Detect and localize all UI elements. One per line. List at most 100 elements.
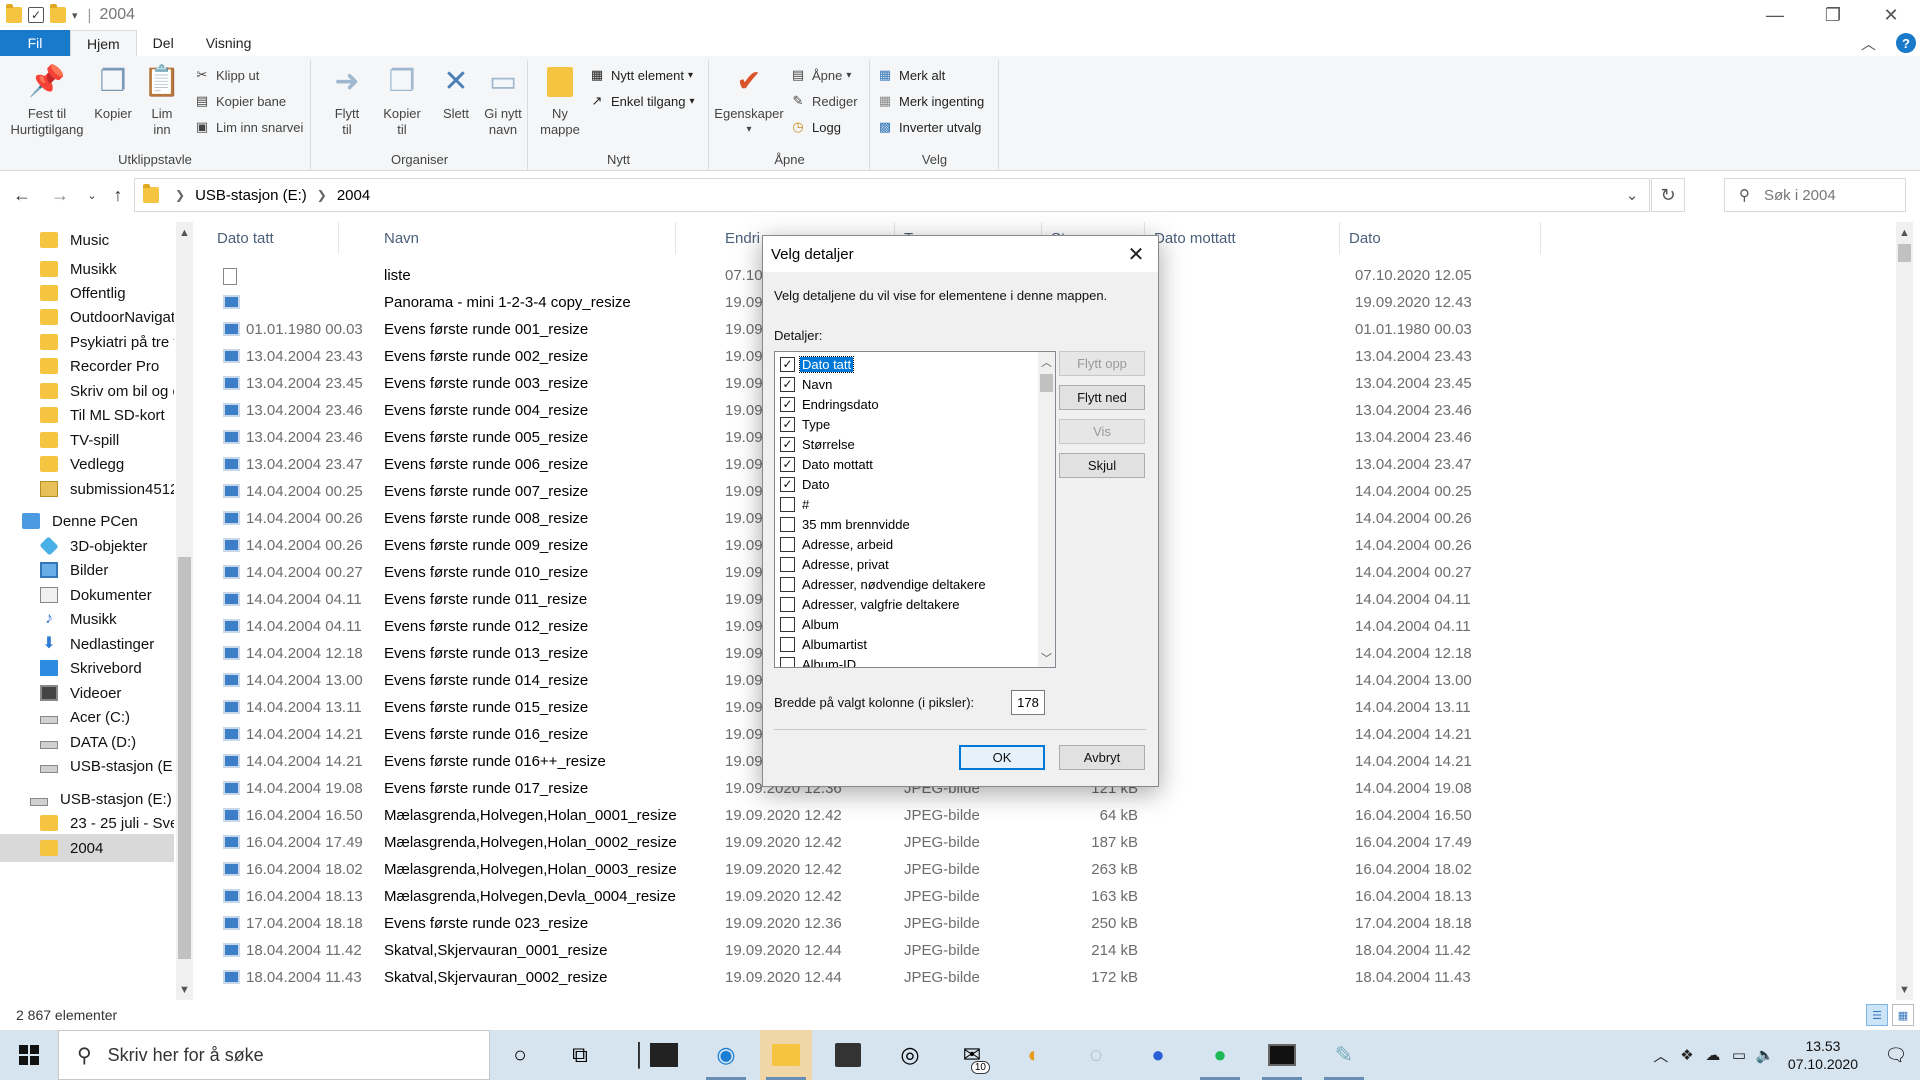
sidebar-item[interactable]: Acer (C:) bbox=[0, 703, 174, 731]
table-row[interactable]: 16.04.2004 16.50 Mælasgrenda,Holvegen,Hol… bbox=[196, 802, 1896, 829]
properties-button[interactable]: ✔ Egenskaper ▾ bbox=[714, 64, 784, 138]
sidebar-item[interactable]: Bilder bbox=[0, 556, 174, 584]
sidebar-item[interactable]: 23 - 25 juli - Sver bbox=[0, 809, 174, 837]
table-row[interactable]: 17.04.2004 18.18 Evens første runde 023_r… bbox=[196, 910, 1896, 937]
large-icons-view-icon[interactable]: ▦ bbox=[1892, 1004, 1914, 1026]
sidebar-item[interactable]: Recorder Pro bbox=[0, 352, 174, 380]
detail-checkbox[interactable] bbox=[780, 636, 795, 652]
scroll-down-icon[interactable]: ﹀ bbox=[1038, 649, 1055, 666]
sidebar-item[interactable]: submission4512 bbox=[0, 475, 174, 503]
cortana-icon[interactable]: ○ bbox=[494, 1030, 546, 1080]
sidebar-item[interactable]: Music bbox=[0, 226, 174, 254]
details-scrollbar[interactable]: ︿ ﹀ bbox=[1038, 352, 1055, 667]
start-button[interactable] bbox=[0, 1030, 58, 1080]
search-input[interactable]: ⚲ Søk i 2004 bbox=[1724, 178, 1906, 212]
new-item-button[interactable]: ▦ Nytt element ▾ bbox=[589, 64, 693, 86]
move-to-button[interactable]: ➜ Flytt til bbox=[322, 64, 372, 138]
taskbar-search-input[interactable]: ⚲ Skriv her for å søke bbox=[58, 1030, 490, 1080]
details-view-icon[interactable]: ☰ bbox=[1866, 1004, 1888, 1026]
detail-option[interactable]: ✓ Dato tatt bbox=[777, 354, 1035, 374]
address-box[interactable]: ❯ USB-stasjon (E:) ❯ 2004 ⌄ bbox=[134, 178, 1650, 212]
help-icon[interactable]: ? bbox=[1896, 33, 1916, 53]
detail-checkbox[interactable]: ✓ bbox=[780, 436, 795, 452]
copy-to-button[interactable]: ❐ Kopier til bbox=[374, 64, 430, 138]
copy-path-button[interactable]: ▤ Kopier bane bbox=[194, 90, 286, 112]
notification-center-icon[interactable]: 🗨 bbox=[1872, 1045, 1920, 1066]
mail-icon[interactable]: ✉ 10 bbox=[946, 1030, 998, 1080]
close-button[interactable]: ✕ bbox=[1862, 0, 1920, 30]
detail-option[interactable]: Adresse, privat bbox=[777, 554, 1035, 574]
column-width-input[interactable]: 178 bbox=[1011, 690, 1045, 715]
chat-icon[interactable]: ● bbox=[1132, 1030, 1184, 1080]
task-view-icon[interactable]: ⧉ bbox=[554, 1030, 606, 1080]
rename-button[interactable]: ▭ Gi nytt navn bbox=[478, 64, 528, 138]
scroll-down-icon[interactable]: ▼ bbox=[176, 981, 193, 998]
sidebar-item[interactable]: ♪ Musikk bbox=[0, 605, 174, 633]
scroll-thumb[interactable] bbox=[1040, 374, 1053, 392]
pin-quick-access-button[interactable]: 📌 Fest til Hurtigtilgang bbox=[8, 64, 86, 138]
tab-view[interactable]: Visning bbox=[190, 30, 268, 56]
invert-selection-button[interactable]: ▩ Inverter utvalg bbox=[877, 116, 982, 138]
cancel-button[interactable]: Avbryt bbox=[1059, 745, 1145, 770]
detail-checkbox[interactable] bbox=[780, 656, 795, 667]
address-dropdown-icon[interactable]: ⌄ bbox=[1615, 179, 1649, 211]
file-explorer-icon[interactable] bbox=[760, 1030, 812, 1080]
detail-option[interactable]: Adresser, valgfrie deltakere bbox=[777, 594, 1035, 614]
sidebar-item[interactable]: Skrivebord bbox=[0, 654, 174, 682]
detail-checkbox[interactable] bbox=[780, 496, 795, 512]
edge-browser-icon[interactable]: ◉ bbox=[700, 1030, 752, 1080]
breadcrumb-folder[interactable]: 2004 bbox=[337, 187, 370, 204]
sidebar-item[interactable]: Denne PCen bbox=[0, 507, 174, 535]
battery-icon[interactable]: ▭ bbox=[1726, 1046, 1752, 1064]
table-row[interactable]: 16.04.2004 18.02 Mælasgrenda,Holvegen,Hol… bbox=[196, 856, 1896, 883]
onedrive-icon[interactable]: ☁ bbox=[1700, 1046, 1726, 1064]
detail-checkbox[interactable] bbox=[780, 576, 795, 592]
navigation-scrollbar[interactable]: ▲ ▼ bbox=[176, 222, 193, 1000]
detail-checkbox[interactable] bbox=[780, 556, 795, 572]
console-app-icon[interactable] bbox=[1256, 1030, 1308, 1080]
detail-option[interactable]: Album bbox=[777, 614, 1035, 634]
sidebar-item[interactable]: Til ML SD-kort bbox=[0, 401, 174, 429]
detail-checkbox[interactable]: ✓ bbox=[780, 396, 795, 412]
sidebar-item[interactable]: OutdoorNavigat bbox=[0, 303, 174, 331]
detail-option[interactable]: ✓ Dato bbox=[777, 474, 1035, 494]
minimize-button[interactable]: — bbox=[1746, 0, 1804, 30]
detail-option[interactable]: ✓ Størrelse bbox=[777, 434, 1035, 454]
sidebar-item[interactable]: Vedlegg bbox=[0, 450, 174, 478]
volume-icon[interactable]: 🔈 bbox=[1752, 1046, 1778, 1064]
clock[interactable]: 13.53 07.10.2020 bbox=[1788, 1037, 1858, 1073]
breadcrumb-drive[interactable]: USB-stasjon (E:) bbox=[195, 187, 307, 204]
show-hidden-icons-icon[interactable]: ︿ bbox=[1648, 1045, 1674, 1066]
detail-option[interactable]: ✓ Navn bbox=[777, 374, 1035, 394]
gamebar-icon[interactable]: ◌ bbox=[1070, 1030, 1122, 1080]
up-arrow-icon[interactable]: ↑ bbox=[104, 181, 132, 209]
move-up-button[interactable]: Flytt opp bbox=[1059, 351, 1145, 376]
detail-checkbox[interactable] bbox=[780, 516, 795, 532]
scroll-up-icon[interactable]: ▲ bbox=[1896, 224, 1913, 241]
column-date-taken[interactable]: Dato tatt ⌃ bbox=[209, 222, 339, 254]
weather-icon[interactable]: ◐ bbox=[1008, 1030, 1060, 1080]
detail-option[interactable]: Album-ID bbox=[777, 654, 1035, 667]
properties-checkbox-icon[interactable]: ✓ bbox=[28, 7, 44, 23]
detail-checkbox[interactable]: ✓ bbox=[780, 376, 795, 392]
cut-button[interactable]: ✂ Klipp ut bbox=[194, 64, 260, 86]
detail-checkbox[interactable] bbox=[780, 536, 795, 552]
file-list-scrollbar[interactable]: ▲ ▼ bbox=[1896, 222, 1913, 1000]
edit-button[interactable]: ✎ Rediger bbox=[790, 90, 858, 112]
tab-home[interactable]: Hjem bbox=[70, 30, 137, 56]
delete-button[interactable]: ✕ Slett bbox=[434, 64, 478, 122]
scroll-thumb[interactable] bbox=[178, 557, 191, 959]
terminal-app-icon[interactable] bbox=[638, 1030, 690, 1080]
sidebar-item[interactable]: USB-stasjon (E:) bbox=[0, 752, 174, 780]
detail-option[interactable]: Adresser, nødvendige deltakere bbox=[777, 574, 1035, 594]
refresh-icon[interactable]: ↻ bbox=[1651, 178, 1685, 212]
detail-option[interactable]: ✓ Dato mottatt bbox=[777, 454, 1035, 474]
maximize-button[interactable]: ❐ bbox=[1804, 0, 1862, 30]
table-row[interactable]: 18.04.2004 11.43 Skatval,Skjervauran_0002… bbox=[196, 964, 1896, 991]
column-name[interactable]: Navn bbox=[376, 222, 676, 254]
detail-option[interactable]: ✓ Endringsdato bbox=[777, 394, 1035, 414]
new-folder-button[interactable]: Ny mappe bbox=[535, 64, 585, 138]
media-player-icon[interactable]: ◎ bbox=[884, 1030, 936, 1080]
tab-share[interactable]: Del bbox=[137, 30, 190, 56]
detail-checkbox[interactable] bbox=[780, 616, 795, 632]
